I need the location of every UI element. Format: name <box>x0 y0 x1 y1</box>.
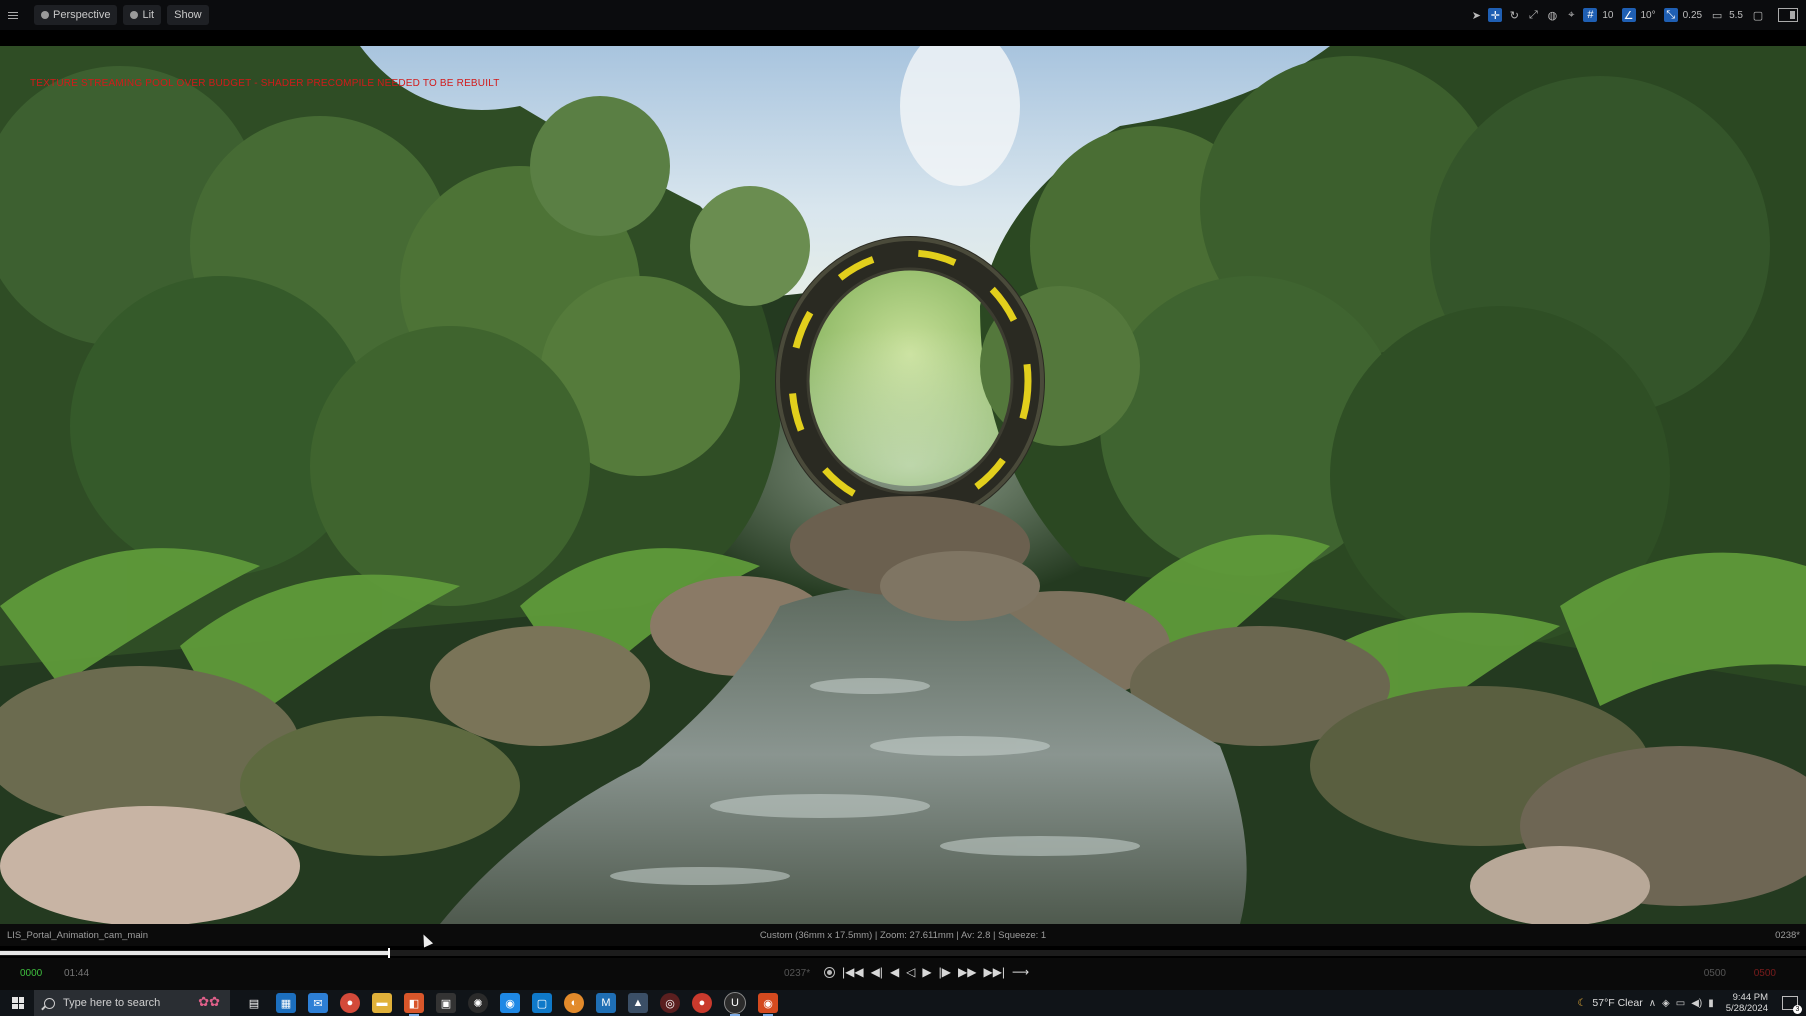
info-end-frame: 0238* <box>1775 930 1800 941</box>
weather-text[interactable]: 57°F Clear <box>1592 997 1642 1009</box>
perspective-label: Perspective <box>53 9 111 21</box>
scale-icon[interactable]: ⤢ <box>1526 8 1540 22</box>
sequencer-timeline-scrub[interactable] <box>0 948 1806 958</box>
step-forward-key-icon[interactable]: ▶▶ <box>958 965 976 979</box>
network-icon[interactable]: ▭ <box>1676 998 1685 1009</box>
tray-overflow-icon[interactable]: ∧ <box>1649 998 1656 1009</box>
clock-date: 5/28/2024 <box>1725 1003 1768 1014</box>
rotation-snap-value[interactable]: 10° <box>1641 10 1656 21</box>
file-explorer-icon[interactable]: ▬ <box>372 993 392 1013</box>
cine-camera-info-bar: LIS_Portal_Animation_cam_main Custom (36… <box>0 924 1806 946</box>
forest-portal-scene <box>0 46 1806 924</box>
step-forward-frame-icon[interactable]: |▶ <box>939 965 951 979</box>
search-highlight-icon: ✿✿ <box>198 994 220 1009</box>
rotation-snap-icon[interactable]: ∠ <box>1621 8 1636 22</box>
end-frame[interactable]: 0500 <box>1704 968 1726 979</box>
world-space-icon[interactable]: ◍ <box>1545 8 1559 22</box>
search-icon <box>44 997 55 1009</box>
step-back-key-icon[interactable]: ◀| <box>871 965 883 979</box>
clock-time: 9:44 PM <box>1732 992 1768 1003</box>
grid-snap-icon[interactable]: # <box>1583 8 1598 22</box>
tray-app-icon[interactable]: ◈ <box>1662 998 1670 1009</box>
timeline-progress-fill <box>0 951 389 955</box>
app-recorder-icon[interactable]: ◉ <box>758 993 778 1016</box>
engine-warning-text: TEXTURE STREAMING POOL OVER BUDGET - SHA… <box>30 78 500 89</box>
show-label: Show <box>174 9 202 21</box>
playback-controls: |◀◀ ◀| ◀ ◁ ▶ |▶ ▶▶ ▶▶| ⟶ <box>824 965 1029 979</box>
task-view-icon[interactable]: ▤ <box>244 993 264 1013</box>
notifications-icon[interactable] <box>1782 996 1802 1014</box>
blender-icon[interactable]: ◐ <box>564 993 584 1013</box>
current-frame[interactable]: 0237* <box>784 968 810 979</box>
start-time: 01:44 <box>64 968 90 979</box>
unreal-engine-icon[interactable]: U <box>724 992 746 1016</box>
viewport-menu-icon[interactable] <box>8 8 22 22</box>
app-m-icon[interactable]: M <box>596 993 616 1013</box>
search-placeholder: Type here to search <box>63 997 161 1009</box>
jump-to-start-icon[interactable]: |◀◀ <box>842 965 864 979</box>
chrome-alt-icon[interactable]: ● <box>692 993 712 1013</box>
chrome-icon[interactable]: ● <box>340 993 360 1013</box>
play-icon[interactable]: ▶ <box>922 965 931 979</box>
app-photo-icon[interactable]: ▲ <box>628 993 648 1013</box>
windows-start-icon[interactable] <box>12 997 24 1009</box>
grid-snap-value[interactable]: 10 <box>1602 10 1613 21</box>
scale-snap-icon[interactable]: ⤡ <box>1663 8 1678 22</box>
taskbar-clock[interactable]: 9:44 PM 5/28/2024 <box>1726 992 1768 1014</box>
maximize-viewport-icon[interactable]: ▢ <box>1751 8 1765 22</box>
app-blue-icon[interactable]: ◉ <box>500 993 520 1013</box>
lit-button[interactable]: Lit <box>123 5 162 25</box>
start-frame[interactable]: 0000 <box>20 968 42 979</box>
jump-to-end-icon[interactable]: ▶▶| <box>983 965 1005 979</box>
transport-bar: 0000 01:44 0237* |◀◀ ◀| ◀ ◁ ▶ |▶ ▶▶ ▶▶| … <box>0 958 1806 990</box>
loop-mode-icon[interactable]: ⟶ <box>1012 965 1029 979</box>
record-icon[interactable] <box>824 966 835 978</box>
translate-icon[interactable]: ✛ <box>1488 8 1503 22</box>
app-orange-icon[interactable]: ◧ <box>404 993 424 1016</box>
mail-icon[interactable]: ✉ <box>308 993 328 1013</box>
camera-speed-value[interactable]: 5.5 <box>1729 10 1743 21</box>
store-icon[interactable]: ▦ <box>276 993 296 1013</box>
camera-speed-icon[interactable]: ▭ <box>1710 8 1724 22</box>
perspective-icon <box>41 11 49 19</box>
viewport-layout-icon[interactable] <box>1778 8 1798 22</box>
lit-icon <box>130 11 139 19</box>
weather-moon-icon: ☾ <box>1577 997 1587 1009</box>
app-terminal-icon[interactable]: ▣ <box>436 993 456 1013</box>
volume-icon[interactable]: ◀) <box>1691 998 1702 1009</box>
windows-taskbar: Type here to search ✿✿ ▤ ▦ ✉ ● ▬ ◧ ▣ ✺ ◉… <box>0 990 1806 1016</box>
battery-icon[interactable]: ▮ <box>1708 998 1714 1009</box>
play-reverse-icon[interactable]: ◁ <box>906 965 915 979</box>
step-back-frame-icon[interactable]: ◀ <box>890 965 899 979</box>
system-tray: ☾ 57°F Clear ∧ ◈ ▭ ◀) ▮ 9:44 PM 5/28/202… <box>1577 990 1806 1016</box>
level-viewport[interactable]: TEXTURE STREAMING POOL OVER BUDGET - SHA… <box>0 46 1806 924</box>
lens-info: Custom (36mm x 17.5mm) | Zoom: 27.611mm … <box>759 930 1047 941</box>
davinci-icon[interactable]: ✺ <box>468 993 488 1013</box>
end-marker-frame: 0500 <box>1753 968 1776 979</box>
playhead[interactable] <box>388 948 391 958</box>
taskbar-search-box[interactable]: Type here to search ✿✿ <box>34 990 230 1016</box>
scale-snap-value[interactable]: 0.25 <box>1683 10 1702 21</box>
app-red-icon[interactable]: ◎ <box>660 993 680 1013</box>
lit-label: Lit <box>142 9 155 21</box>
perspective-button[interactable]: Perspective <box>34 5 118 25</box>
app-window-icon[interactable]: ▢ <box>532 993 552 1013</box>
rotate-icon[interactable]: ↻ <box>1507 8 1521 22</box>
viewport-toolbar: Perspective Lit Show ➤ ✛ ↻ ⤢ ◍ ⌖ # 10 ∠ … <box>0 0 1806 30</box>
surface-snap-icon[interactable]: ⌖ <box>1564 8 1578 22</box>
select-mode-icon[interactable]: ➤ <box>1469 8 1483 22</box>
show-button[interactable]: Show <box>167 5 209 25</box>
